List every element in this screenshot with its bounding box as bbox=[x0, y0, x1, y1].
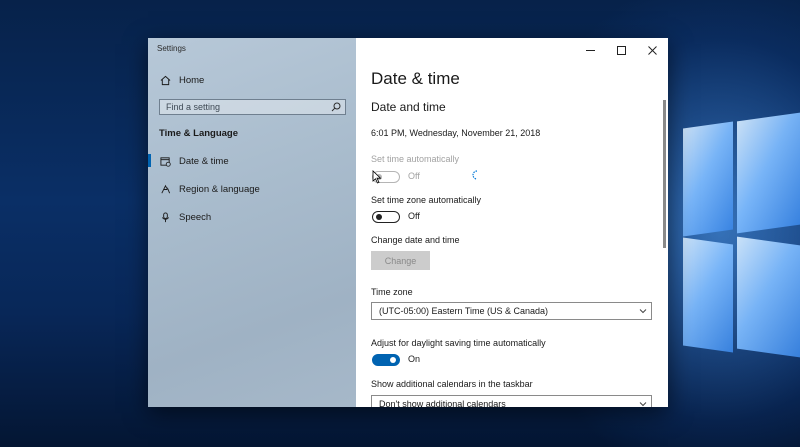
maximize-icon bbox=[617, 45, 626, 55]
region-language-icon bbox=[159, 183, 171, 195]
sidebar-item-label: Home bbox=[179, 74, 205, 86]
set-time-auto-state: Off bbox=[408, 171, 420, 181]
daylight-saving-toggle[interactable] bbox=[372, 354, 400, 366]
time-zone-label: Time zone bbox=[371, 287, 413, 297]
time-zone-value: (UTC-05:00) Eastern Time (US & Canada) bbox=[379, 306, 549, 316]
microphone-icon bbox=[159, 211, 171, 223]
page-title: Date & time bbox=[371, 69, 460, 88]
settings-sidebar: Settings Home Find a setting Time & Lang… bbox=[148, 38, 356, 407]
windows-logo-glow bbox=[665, 95, 800, 375]
settings-content: Date & time Date and time 6:01 PM, Wedne… bbox=[356, 38, 668, 407]
set-timezone-auto-state: Off bbox=[408, 211, 420, 221]
search-input[interactable]: Find a setting bbox=[159, 99, 346, 115]
chevron-down-icon bbox=[639, 402, 647, 407]
daylight-saving-state: On bbox=[408, 354, 421, 364]
calendar-clock-icon bbox=[159, 155, 171, 167]
change-button[interactable]: Change bbox=[371, 251, 430, 270]
search-icon bbox=[331, 102, 341, 112]
sidebar-item-home[interactable]: Home bbox=[159, 73, 204, 87]
home-icon bbox=[159, 74, 171, 86]
sidebar-item-label: Speech bbox=[179, 211, 212, 223]
additional-calendars-label: Show additional calendars in the taskbar bbox=[371, 379, 533, 389]
search-placeholder: Find a setting bbox=[166, 102, 221, 112]
settings-window: Settings Home Find a setting Time & Lang… bbox=[148, 38, 668, 407]
section-title: Date and time bbox=[371, 100, 446, 114]
additional-calendars-dropdown[interactable]: Don't show additional calendars bbox=[371, 395, 652, 407]
set-timezone-auto-label: Set time zone automatically bbox=[371, 195, 482, 205]
daylight-saving-label: Adjust for daylight saving time automati… bbox=[371, 338, 546, 348]
minimize-icon bbox=[586, 49, 595, 51]
minimize-button[interactable] bbox=[575, 41, 606, 59]
active-item-indicator bbox=[148, 154, 151, 167]
chevron-down-icon bbox=[639, 309, 647, 314]
content-scrollbar[interactable] bbox=[663, 100, 666, 248]
window-title: Settings bbox=[157, 44, 186, 53]
sidebar-item-speech[interactable]: Speech bbox=[159, 210, 211, 224]
change-date-time-label: Change date and time bbox=[371, 235, 460, 245]
sidebar-item-date-time[interactable]: Date & time bbox=[159, 154, 229, 168]
current-datetime: 6:01 PM, Wednesday, November 21, 2018 bbox=[371, 128, 541, 138]
maximize-button[interactable] bbox=[606, 41, 637, 59]
close-button[interactable] bbox=[637, 41, 668, 59]
sidebar-item-region-language[interactable]: Region & language bbox=[159, 182, 260, 196]
sidebar-section-heading: Time & Language bbox=[159, 128, 239, 139]
window-controls bbox=[575, 41, 668, 59]
time-zone-dropdown[interactable]: (UTC-05:00) Eastern Time (US & Canada) bbox=[371, 302, 652, 320]
loading-spinner-icon bbox=[472, 170, 478, 180]
set-timezone-auto-toggle[interactable] bbox=[372, 211, 400, 223]
sidebar-item-label: Date & time bbox=[179, 155, 229, 167]
mouse-cursor-icon bbox=[372, 170, 382, 184]
additional-calendars-value: Don't show additional calendars bbox=[379, 399, 506, 407]
sidebar-item-label: Region & language bbox=[179, 183, 260, 195]
close-icon bbox=[648, 45, 657, 55]
set-time-auto-label: Set time automatically bbox=[371, 154, 460, 164]
